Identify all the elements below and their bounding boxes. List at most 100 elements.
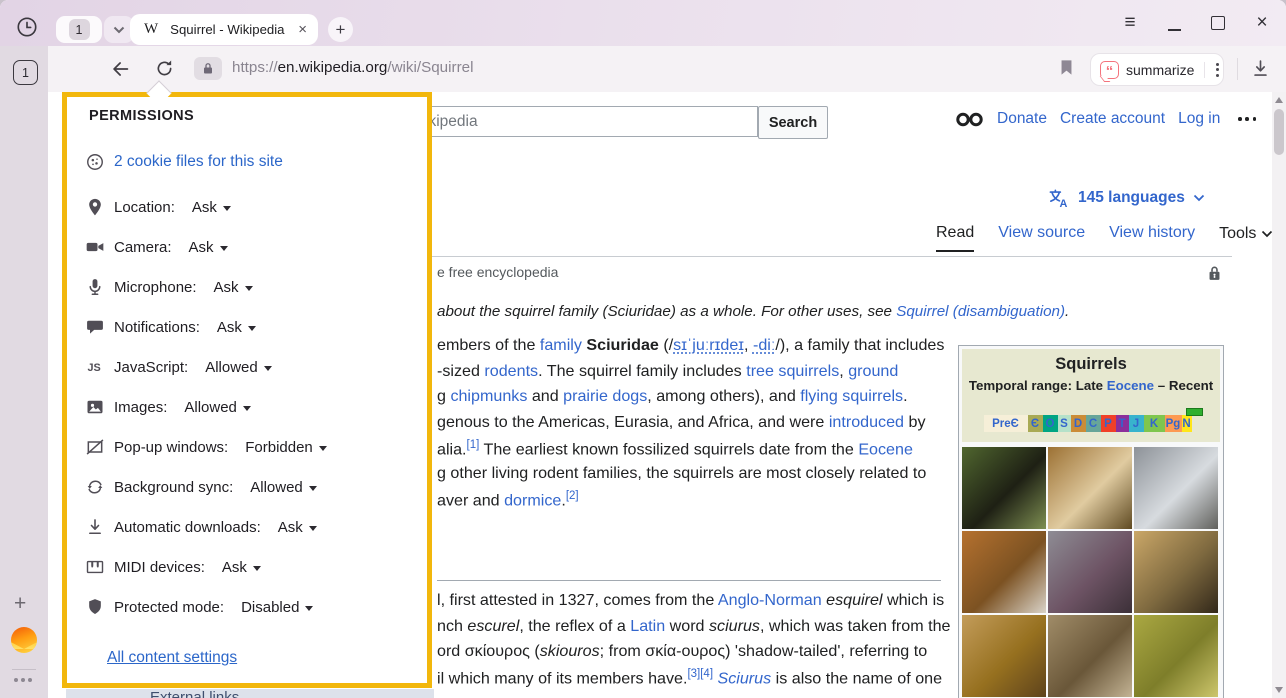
temporal-range: Temporal range: Late Eocene – Recent — [966, 378, 1216, 393]
wiki-link[interactable]: tree squirrels — [746, 362, 839, 380]
squirrel-photo[interactable] — [962, 615, 1046, 697]
tab-view-source[interactable]: View source — [998, 224, 1085, 252]
address-url[interactable]: https://en.wikipedia.org/wiki/Squirrel — [232, 59, 473, 76]
mail-app-icon[interactable] — [11, 627, 37, 653]
bookmark-icon[interactable] — [1058, 58, 1075, 77]
scroll-up-icon[interactable] — [1275, 97, 1283, 103]
tab-group-chip[interactable]: 1 — [56, 16, 102, 43]
wiki-link[interactable]: family — [540, 336, 582, 354]
squirrel-photo[interactable] — [1048, 531, 1132, 613]
window-close-button[interactable]: × — [1244, 0, 1280, 46]
sidebar-more-icon[interactable] — [14, 678, 32, 682]
browser-menu-icon[interactable]: ≡ — [1112, 0, 1148, 46]
timeline-period-T[interactable]: T — [1116, 415, 1129, 432]
page-protection-lock-icon[interactable] — [1206, 264, 1223, 283]
toolbar-divider — [1237, 58, 1238, 80]
page-scrollbar[interactable] — [1272, 92, 1286, 698]
wiki-search-button[interactable]: Search — [758, 106, 828, 139]
wiki-link[interactable]: dormice — [504, 491, 561, 509]
wiki-link[interactable]: chipmunks — [450, 387, 527, 405]
sidebar-add-icon[interactable]: + — [14, 592, 26, 616]
timeline-period-S[interactable]: S — [1058, 415, 1071, 432]
wiki-link[interactable]: rodents — [484, 362, 538, 380]
wiki-link[interactable]: sɪˈjuːrɪdeɪ — [673, 336, 744, 354]
summarize-pill[interactable]: “ summarize — [1090, 53, 1224, 86]
svg-text:A: A — [1059, 198, 1067, 208]
wiki-link[interactable]: ground — [848, 362, 898, 380]
wiki-link[interactable]: Sciurus — [718, 669, 772, 687]
scrollbar-thumb[interactable] — [1274, 109, 1284, 155]
site-security-chip[interactable] — [194, 57, 222, 80]
timeline-period-C[interactable]: C — [1086, 415, 1101, 432]
new-tab-button[interactable]: + — [328, 17, 353, 42]
wiki-link[interactable]: flying squirrels — [800, 387, 903, 405]
wiki-link[interactable]: Latin — [630, 617, 665, 635]
squirrel-photo[interactable] — [1134, 447, 1218, 529]
permission-value-dropdown[interactable]: Ask — [192, 199, 231, 216]
reference-link[interactable]: [3][4] — [687, 668, 713, 680]
minimize-button[interactable] — [1156, 0, 1192, 46]
permission-value-dropdown[interactable]: Forbidden — [245, 439, 327, 456]
personal-link-log-in[interactable]: Log in — [1178, 110, 1220, 128]
summarize-label[interactable]: summarize — [1126, 62, 1194, 78]
tab-squirrel-wikipedia[interactable]: W Squirrel - Wikipedia × — [130, 14, 318, 45]
reference-link[interactable]: [1] — [467, 439, 480, 451]
tab-close-icon[interactable]: × — [298, 22, 307, 37]
permission-value-dropdown[interactable]: Ask — [222, 559, 261, 576]
wiki-link[interactable]: Squirrel (disambiguation) — [896, 303, 1065, 320]
squirrel-photo[interactable] — [1134, 531, 1218, 613]
appearance-glasses-icon[interactable] — [956, 112, 983, 127]
timeline-period-PreЄ[interactable]: PreЄ — [984, 415, 1028, 432]
squirrel-photo[interactable] — [962, 447, 1046, 529]
permission-row-camera: Camera:Ask — [85, 236, 228, 258]
all-content-settings-link[interactable]: All content settings — [107, 649, 237, 667]
timeline-period-D[interactable]: D — [1071, 415, 1086, 432]
squirrel-photo[interactable] — [962, 531, 1046, 613]
tab-tools[interactable]: Tools — [1219, 224, 1273, 252]
permission-value-dropdown[interactable]: Ask — [189, 239, 228, 256]
squirrel-photo[interactable] — [1134, 615, 1218, 697]
text-run: il which many of its members have. — [437, 669, 687, 687]
maximize-button[interactable] — [1200, 0, 1236, 46]
languages-selector[interactable]: A 145 languages — [1048, 188, 1205, 208]
permission-value-dropdown[interactable]: Ask — [214, 279, 253, 296]
timeline-period-J[interactable]: J — [1129, 415, 1144, 432]
wiki-link[interactable]: Eocene — [1107, 378, 1154, 393]
wiki-link[interactable]: Eocene — [858, 440, 913, 458]
timeline-period-P[interactable]: P — [1101, 415, 1116, 432]
personal-more-icon[interactable] — [1238, 117, 1256, 121]
reload-icon[interactable] — [154, 58, 175, 79]
wiki-link[interactable]: prairie dogs — [563, 387, 647, 405]
wiki-link[interactable]: Anglo-Norman — [718, 591, 822, 609]
reference-link[interactable]: [2] — [566, 490, 579, 502]
languages-label[interactable]: 145 languages — [1078, 189, 1185, 207]
downloads-icon[interactable] — [1250, 58, 1271, 79]
back-icon[interactable] — [110, 58, 132, 80]
tab-view-history[interactable]: View history — [1109, 224, 1195, 252]
timeline-period-Є[interactable]: Є — [1028, 415, 1043, 432]
permission-value-dropdown[interactable]: Allowed — [250, 479, 317, 496]
permission-value-dropdown[interactable]: Ask — [217, 319, 256, 336]
wiki-link[interactable]: introduced — [829, 413, 904, 431]
tab-read[interactable]: Read — [936, 224, 974, 252]
toc-item-external-links[interactable]: External links — [66, 689, 434, 698]
permission-value-dropdown[interactable]: Ask — [278, 519, 317, 536]
personal-link-create-account[interactable]: Create account — [1060, 110, 1165, 128]
timeline-period-Pg[interactable]: Pg — [1165, 415, 1182, 432]
workspace-badge[interactable]: 1 — [13, 60, 38, 85]
text-run: word — [665, 617, 709, 635]
permission-value-dropdown[interactable]: Allowed — [205, 359, 272, 376]
permission-value-dropdown[interactable]: Disabled — [241, 599, 313, 616]
timeline-period-O[interactable]: O — [1043, 415, 1058, 432]
permission-value-dropdown[interactable]: Allowed — [184, 399, 251, 416]
squirrel-photo[interactable] — [1048, 615, 1132, 697]
personal-link-donate[interactable]: Donate — [997, 110, 1047, 128]
timeline-period-K[interactable]: K — [1144, 415, 1165, 432]
wiki-link[interactable]: -diː — [753, 336, 775, 354]
cookie-files-link[interactable]: 2 cookie files for this site — [114, 153, 283, 171]
timeline-period-N[interactable]: N — [1182, 415, 1192, 432]
squirrel-photo[interactable] — [1048, 447, 1132, 529]
scroll-down-icon[interactable] — [1275, 687, 1283, 693]
summarize-more-icon[interactable] — [1216, 63, 1219, 77]
history-clock-icon[interactable] — [16, 16, 38, 38]
